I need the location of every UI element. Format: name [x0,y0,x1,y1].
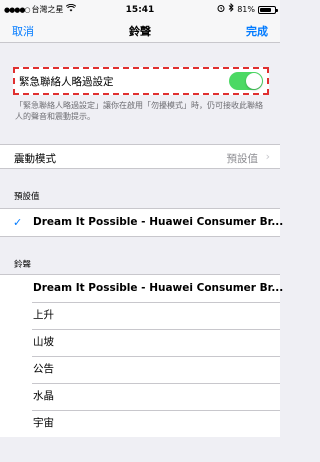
ringtone-label: 上升 [33,309,54,321]
emergency-bypass-toggle[interactable] [229,72,263,90]
ringtone-row[interactable]: 水晶 [0,383,280,410]
vibration-value: 預設值 [226,153,259,165]
checkmark-icon: ✓ [13,216,23,229]
ringtone-row[interactable]: 公告 [0,356,280,383]
vibration-label: 震動模式 [14,153,56,165]
alarm-icon [217,0,225,20]
emergency-bypass-label: 緊急聯絡人略過設定 [19,75,114,88]
battery-percent: 81% [237,5,255,14]
ringtone-row[interactable]: 山坡 [0,329,280,356]
emergency-bypass-footnote: 「緊急聯絡人略過設定」讓你在啟用「勿擾模式」時，仍可接收此聯絡人的聲音和震動提示… [15,101,263,121]
ringtone-list: Dream It Possible - Huawei Consumer Br..… [0,274,284,437]
ringtone-label: 宇宙 [33,417,54,429]
ringtone-label: 水晶 [33,390,54,402]
done-button[interactable]: 完成 [246,23,268,39]
battery-icon [258,6,278,14]
ringtone-label: 山坡 [33,336,54,348]
ringtone-section-header: 鈴聲 [14,260,32,270]
default-tone-label: Dream It Possible - Huawei Consumer Br..… [33,216,284,228]
default-tone-row[interactable]: ✓ Dream It Possible - Huawei Consumer Br… [0,209,284,236]
default-list: ✓ Dream It Possible - Huawei Consumer Br… [0,208,284,237]
default-section-header: 預設值 [14,192,40,202]
status-right: 81% [217,0,278,20]
ringtone-label: 公告 [33,363,54,375]
ringtone-row[interactable]: Dream It Possible - Huawei Consumer Br..… [0,275,284,302]
ringtone-row[interactable]: 宇宙 [0,410,280,437]
bluetooth-icon [228,0,234,20]
toggle-knob [246,73,262,89]
chevron-right-icon: › [265,150,270,163]
ringtone-row[interactable]: 上升 [0,302,280,329]
battery-fill [260,8,272,12]
status-bar: ●●●●○ 台灣之星 15:41 81% [0,0,280,20]
navigation-bar: 取消 鈴聲 完成 [0,20,280,43]
page-title: 鈴聲 [129,25,151,38]
ringtone-label: Dream It Possible - Huawei Consumer Br..… [33,282,284,294]
emergency-bypass-row: 緊急聯絡人略過設定 [13,67,269,95]
vibration-row[interactable]: 震動模式 預設值 › [0,144,280,169]
